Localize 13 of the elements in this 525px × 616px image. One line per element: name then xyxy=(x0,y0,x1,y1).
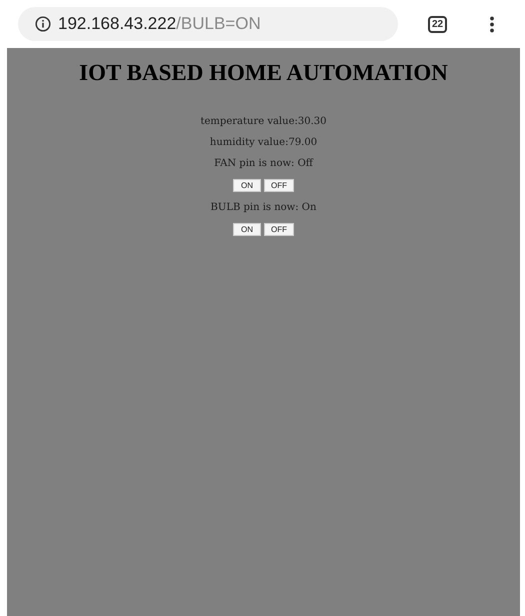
tab-count-button[interactable]: 22 xyxy=(428,16,448,32)
page-title: IOT BASED HOME AUTOMATION xyxy=(79,60,448,86)
device-status: BULB pin is now: On xyxy=(210,202,316,213)
toggle-button[interactable]: OFF xyxy=(264,179,294,192)
toggle-button[interactable]: ON xyxy=(233,223,261,236)
device-status: FAN pin is now: Off xyxy=(214,158,313,169)
menu-icon[interactable] xyxy=(489,16,496,32)
sensor-reading: humidity value:79.00 xyxy=(210,137,318,148)
address-bar[interactable]: 192.168.43.222/BULB=ON xyxy=(18,7,398,41)
toggle-button[interactable]: ON xyxy=(233,179,261,192)
info-icon[interactable] xyxy=(35,16,51,32)
sensor-reading: temperature value:30.30 xyxy=(200,116,326,127)
toggle-button[interactable]: OFF xyxy=(264,223,294,236)
